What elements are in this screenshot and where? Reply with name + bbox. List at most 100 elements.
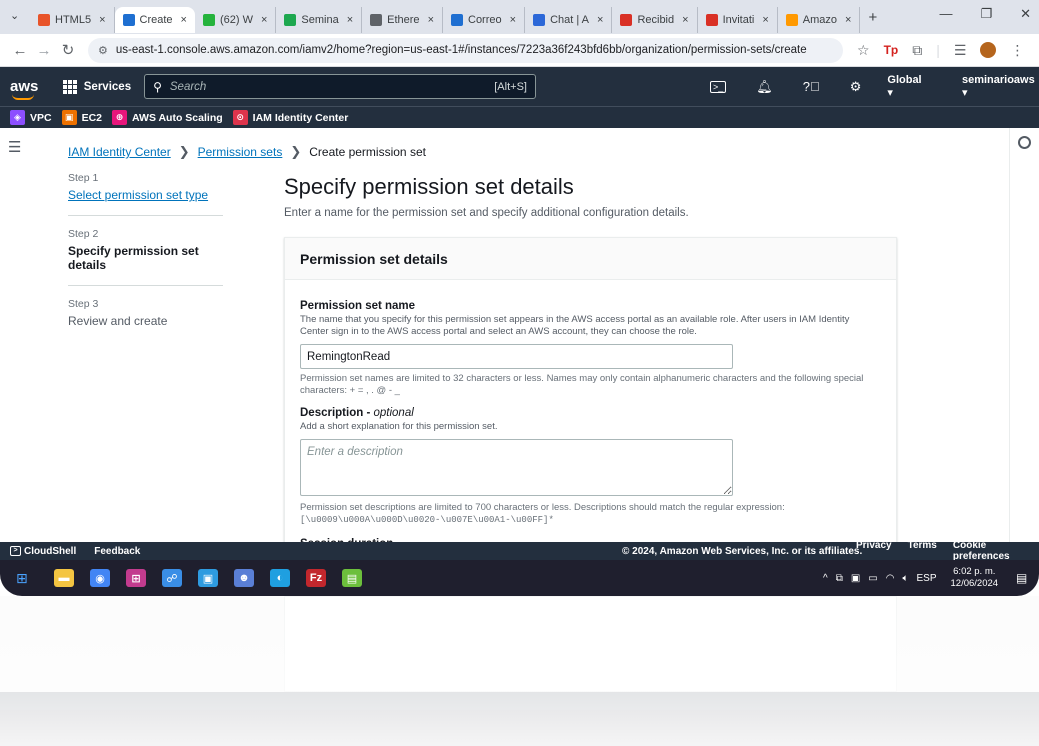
restore-icon[interactable]: ❐ — [980, 6, 992, 22]
tab-close-icon[interactable]: × — [99, 14, 105, 26]
url-bar[interactable]: ⚙ us-east-1.console.aws.amazon.com/iamv2… — [88, 37, 843, 63]
photos-taskbar-icon[interactable]: ▣ — [198, 569, 218, 587]
optional-tag: optional — [373, 407, 414, 419]
wifi-icon[interactable]: ◠ — [886, 573, 895, 584]
chrome-taskbar-icon[interactable]: ◉ — [90, 569, 110, 587]
settings-gear-icon[interactable]: ⚙ — [850, 79, 862, 95]
language-indicator[interactable]: ESP — [916, 573, 936, 584]
browser-tab[interactable]: Chat | A × — [525, 7, 613, 33]
breadcrumb: IAM Identity Center ❯ Permission sets ❯ … — [68, 144, 426, 160]
step-number: Step 1 — [68, 172, 99, 184]
browser-tab[interactable]: Invitati × — [698, 7, 778, 33]
tab-close-icon[interactable]: × — [597, 14, 603, 26]
region-selector[interactable]: Global ▾ — [887, 74, 928, 99]
file-explorer-taskbar-icon[interactable]: ▬ — [54, 569, 74, 587]
browser-tab[interactable]: (62) W × — [195, 7, 277, 33]
extensions-puzzle-icon[interactable]: ⧉ — [912, 42, 922, 59]
description-textarea[interactable] — [300, 439, 733, 496]
favorite-link[interactable]: ⊕ AWS Auto Scaling — [112, 110, 223, 125]
browser-tab[interactable]: HTML5 × — [30, 7, 115, 33]
character-app-taskbar-icon[interactable]: ☻ — [234, 569, 254, 587]
reload-icon[interactable]: ↻ — [56, 41, 80, 59]
cloudshell-button[interactable]: > CloudShell — [10, 546, 76, 557]
tab-close-icon[interactable]: × — [428, 14, 434, 26]
tab-close-icon[interactable]: × — [682, 14, 688, 26]
browser-tab[interactable]: Correo × — [443, 7, 526, 33]
clock[interactable]: 6:02 p. m. 12/06/2024 — [951, 566, 999, 590]
info-panel-icon[interactable] — [1018, 136, 1031, 149]
permission-set-name-input[interactable] — [300, 344, 733, 369]
filezilla-taskbar-icon[interactable]: Fz — [306, 569, 326, 587]
clock-time: 6:02 p. m. — [953, 566, 996, 577]
tab-close-icon[interactable]: × — [181, 14, 187, 26]
close-window-icon[interactable]: ✕ — [1020, 6, 1031, 22]
permission-set-name-label: Permission set name — [300, 300, 416, 312]
breadcrumb-iam-identity-center[interactable]: IAM Identity Center — [68, 145, 171, 159]
cookie-preferences-link[interactable]: Cookie preferences — [953, 540, 1039, 562]
notepad-taskbar-icon[interactable]: ▤ — [342, 569, 362, 587]
browser-tab[interactable]: Amazo × — [778, 7, 861, 33]
notifications-bell-icon[interactable]: 🔔︎ — [756, 79, 773, 95]
volume-icon[interactable]: 🔈︎ — [902, 573, 908, 584]
page-description: Enter a name for the permission set and … — [284, 207, 689, 219]
reading-list-icon[interactable]: ☰ — [954, 42, 967, 59]
browser-tab-strip: ⌄ HTML5 × Create × (62) W × Semina × Ethere × Corr… — [0, 0, 1039, 34]
url-text: us-east-1.console.aws.amazon.com/iamv2/h… — [115, 44, 807, 56]
tab-close-icon[interactable]: × — [845, 14, 851, 26]
new-tab-button[interactable]: + — [868, 9, 877, 26]
step-number: Step 3 — [68, 298, 99, 310]
browser-tab[interactable]: Recibid × — [612, 7, 698, 33]
favorite-link[interactable]: ◈ VPC — [10, 110, 52, 125]
profile-avatar[interactable] — [980, 42, 997, 58]
favorite-service-icon: ⊕ — [112, 110, 128, 125]
tab-favicon — [705, 14, 718, 26]
network-tool-taskbar-icon[interactable]: ☍ — [162, 569, 182, 587]
feedback-link[interactable]: Feedback — [94, 546, 140, 557]
privacy-link[interactable]: Privacy — [856, 540, 892, 562]
wizard-step-3: Step 3 Review and create — [68, 298, 223, 341]
page-title: Specify permission set details — [284, 174, 574, 199]
tab-search-icon[interactable]: ⌄ — [10, 9, 19, 22]
minimize-icon[interactable]: — — [939, 6, 952, 22]
tab-close-icon[interactable]: × — [510, 14, 516, 26]
tray-chevron-icon[interactable]: ^ — [823, 573, 828, 584]
tray-battery-icon[interactable]: ▭ — [868, 573, 877, 584]
cloudshell-icon[interactable]: >_ — [709, 80, 727, 93]
toolbar-divider: | — [936, 42, 940, 58]
browser-menu-icon[interactable]: ⋮ — [1010, 42, 1024, 59]
bookmark-star-icon[interactable]: ☆ — [857, 42, 870, 59]
side-nav-menu-icon[interactable]: ☰ — [8, 138, 21, 156]
browser-tab[interactable]: Semina × — [276, 7, 363, 33]
wizard-step-1: Step 1 Select permission set type — [68, 172, 223, 216]
tray-meet-icon[interactable]: ▣ — [851, 573, 860, 584]
tab-close-icon[interactable]: × — [261, 14, 267, 26]
tab-favicon — [370, 14, 383, 26]
aws-search-input[interactable]: ⚲ Search [Alt+S] — [144, 74, 536, 99]
browser-tab[interactable]: Ethere × — [362, 7, 443, 33]
account-menu[interactable]: seminarioaws ▾ — [962, 74, 1039, 99]
edge-taskbar-icon[interactable]: ◐ — [270, 569, 290, 587]
breadcrumb-permission-sets[interactable]: Permission sets — [198, 145, 283, 159]
wizard-step-2: Step 2 Specify permission set details — [68, 228, 223, 286]
favorite-link[interactable]: ▣ EC2 — [61, 110, 102, 125]
notifications-icon[interactable]: ▤ — [1016, 571, 1027, 585]
services-menu-button[interactable]: Services — [62, 79, 131, 94]
extension-tp-icon[interactable]: Tp — [884, 43, 899, 57]
tab-title: HTML5 — [55, 14, 92, 26]
tab-title: Semina — [301, 14, 339, 26]
terms-link[interactable]: Terms — [908, 540, 937, 562]
tab-close-icon[interactable]: × — [762, 14, 768, 26]
step-select-type-link[interactable]: Select permission set type — [68, 188, 223, 202]
help-icon[interactable]: ?⃝ — [803, 79, 820, 94]
favorite-link[interactable]: ⊙ IAM Identity Center — [232, 110, 348, 125]
aws-logo[interactable]: aws — [10, 78, 39, 100]
tab-close-icon[interactable]: × — [347, 14, 353, 26]
forward-icon[interactable]: → — [32, 42, 56, 59]
favorite-service-icon: ⊙ — [232, 110, 248, 125]
site-info-icon[interactable]: ⚙ — [98, 44, 108, 57]
back-icon[interactable]: ← — [8, 42, 32, 59]
app-grid-taskbar-icon[interactable]: ⊞ — [126, 569, 146, 587]
windows-start-icon[interactable]: ⊞ — [16, 570, 28, 587]
browser-tab[interactable]: Create × — [114, 7, 195, 33]
tray-app-icon[interactable]: ⧉ — [836, 573, 843, 584]
